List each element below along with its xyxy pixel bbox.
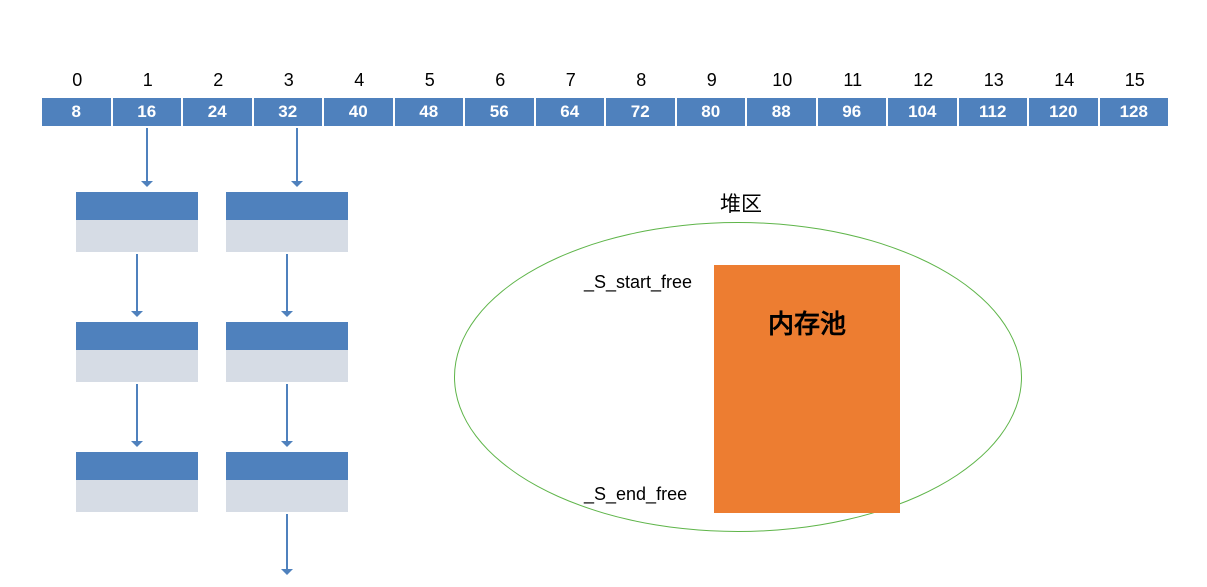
- bucket-cell: 80: [677, 98, 746, 126]
- index-label: 8: [606, 70, 677, 91]
- index-label: 7: [536, 70, 607, 91]
- arrow-down-icon: [286, 254, 288, 316]
- freelist-buckets: 8 16 24 32 40 48 56 64 72 80 88 96 104 1…: [42, 98, 1168, 126]
- arrow-down-icon: [286, 514, 288, 574]
- memory-pool-label: 内存池: [768, 304, 846, 341]
- index-row: 0 1 2 3 4 5 6 7 8 9 10 11 12 13 14 15: [42, 70, 1170, 91]
- bucket-cell: 40: [324, 98, 393, 126]
- freelist-node: [226, 192, 348, 252]
- bucket-cell: 48: [395, 98, 464, 126]
- index-label: 15: [1100, 70, 1171, 91]
- bucket-cell: 120: [1029, 98, 1098, 126]
- arrow-down-icon: [136, 254, 138, 316]
- freelist-node: [226, 322, 348, 382]
- bucket-cell: 32: [254, 98, 323, 126]
- node-head: [226, 192, 348, 220]
- heap-title: 堆区: [720, 188, 762, 218]
- bucket-cell: 128: [1100, 98, 1169, 126]
- index-label: 5: [395, 70, 466, 91]
- bucket-cell: 112: [959, 98, 1028, 126]
- bucket-cell: 104: [888, 98, 957, 126]
- index-label: 4: [324, 70, 395, 91]
- bucket-cell: 56: [465, 98, 534, 126]
- memory-pool: 内存池: [714, 265, 900, 513]
- index-label: 13: [959, 70, 1030, 91]
- node-body: [76, 220, 198, 252]
- index-label: 0: [42, 70, 113, 91]
- node-body: [226, 220, 348, 252]
- freelist-node: [76, 192, 198, 252]
- index-label: 11: [818, 70, 889, 91]
- index-label: 14: [1029, 70, 1100, 91]
- bucket-cell: 16: [113, 98, 182, 126]
- bucket-cell: 8: [42, 98, 111, 126]
- node-body: [226, 480, 348, 512]
- node-head: [76, 322, 198, 350]
- start-free-label: _S_start_free: [584, 272, 692, 293]
- node-body: [76, 350, 198, 382]
- index-label: 9: [677, 70, 748, 91]
- index-label: 6: [465, 70, 536, 91]
- index-label: 10: [747, 70, 818, 91]
- end-free-label: _S_end_free: [584, 484, 687, 505]
- bucket-cell: 88: [747, 98, 816, 126]
- node-head: [226, 452, 348, 480]
- index-label: 3: [254, 70, 325, 91]
- freelist-node: [76, 452, 198, 512]
- freelist-node: [76, 322, 198, 382]
- bucket-cell: 72: [606, 98, 675, 126]
- node-head: [76, 192, 198, 220]
- freelist-node: [226, 452, 348, 512]
- index-label: 12: [888, 70, 959, 91]
- bucket-cell: 64: [536, 98, 605, 126]
- arrow-down-icon: [296, 128, 298, 186]
- node-body: [76, 480, 198, 512]
- node-body: [226, 350, 348, 382]
- arrow-down-icon: [286, 384, 288, 446]
- index-label: 2: [183, 70, 254, 91]
- arrow-down-icon: [136, 384, 138, 446]
- node-head: [76, 452, 198, 480]
- bucket-cell: 24: [183, 98, 252, 126]
- node-head: [226, 322, 348, 350]
- arrow-down-icon: [146, 128, 148, 186]
- index-label: 1: [113, 70, 184, 91]
- bucket-cell: 96: [818, 98, 887, 126]
